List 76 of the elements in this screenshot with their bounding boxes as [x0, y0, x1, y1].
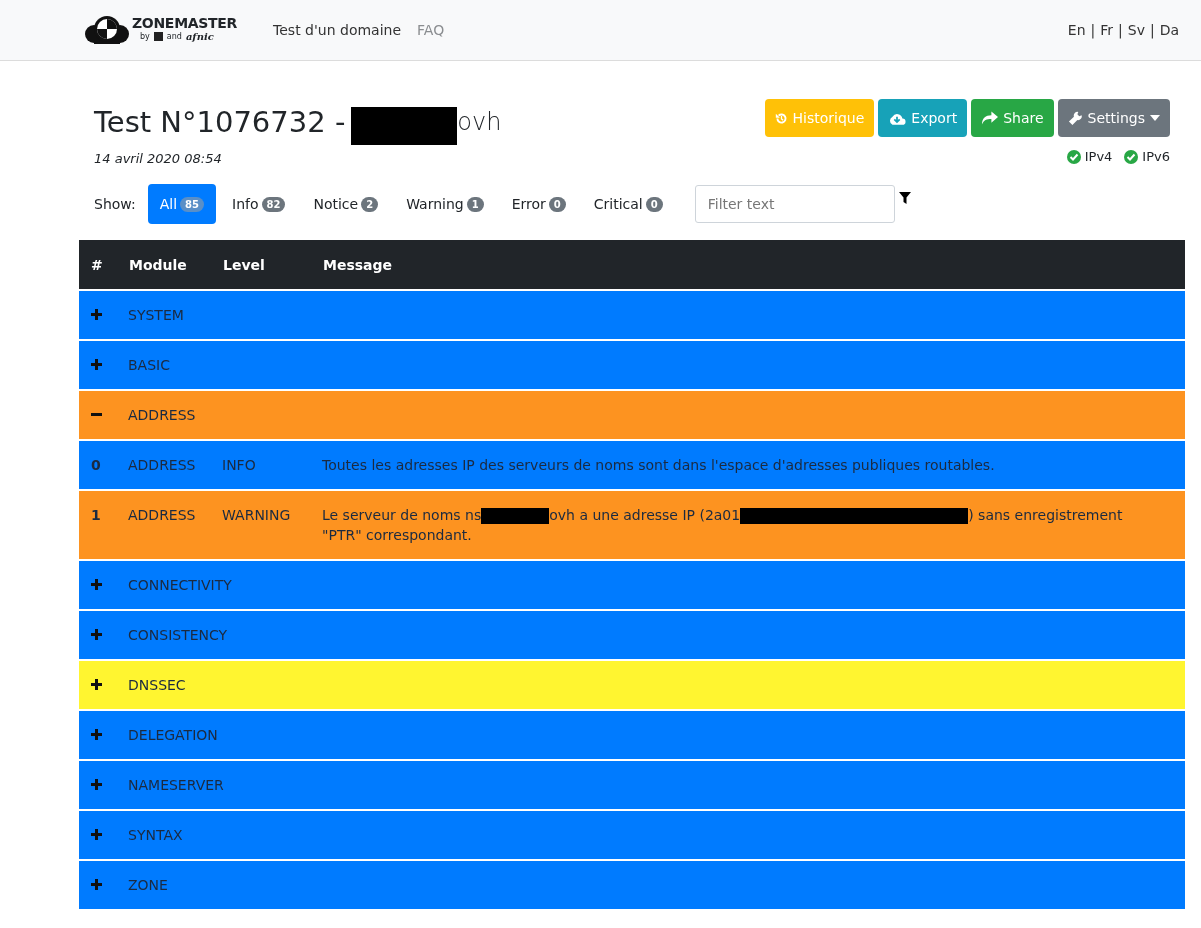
message-text: Le serveur de noms ns ovh a une adresse IP (2a01 ) sans enregistrement "PTR" correspondant. — [322, 506, 1124, 545]
module-name: BASIC — [128, 357, 170, 373]
separator-text: | — [1149, 22, 1155, 38]
filter-input[interactable]: Filter text — [694, 185, 895, 223]
column-header: Message — [322, 240, 1185, 290]
filter-icon[interactable] — [898, 192, 911, 204]
filter-tab[interactable]: All 85 — [147, 184, 216, 224]
count-badge: 0 — [645, 196, 663, 212]
module-group-row[interactable]: CONSISTENCY — [79, 610, 1185, 660]
module-name: ADDRESS — [128, 507, 196, 523]
partner-logo: afnic — [185, 31, 214, 42]
module-name: DELEGATION — [128, 727, 218, 743]
module-name: ADDRESS — [128, 407, 196, 423]
module-group-row[interactable]: BASIC — [79, 340, 1185, 390]
row-index: 1 — [91, 507, 101, 523]
nav-link[interactable]: FAQ — [417, 22, 445, 38]
level-text: INFO — [222, 457, 256, 473]
filter-tab[interactable]: Warning 1 — [394, 184, 496, 224]
language-link[interactable]: Da — [1159, 22, 1179, 38]
filter-tab[interactable]: Notice 2 — [301, 184, 391, 224]
test-date: 14 avril 2020 08:54 — [94, 151, 223, 166]
count-badge: 0 — [548, 196, 566, 212]
module-group-row[interactable]: SYNTAX — [79, 810, 1185, 860]
module-group-row[interactable]: DELEGATION — [79, 710, 1185, 760]
test-title: Test N°1076732 - — [94, 105, 346, 139]
wrench-icon — [1067, 110, 1083, 126]
module-group-row[interactable]: DNSSEC — [79, 660, 1185, 710]
language-link[interactable]: Sv — [1127, 22, 1145, 38]
module-group-row[interactable]: SYSTEM — [79, 290, 1185, 340]
module-name: CONSISTENCY — [128, 627, 228, 643]
cloud-logo-icon — [84, 15, 130, 45]
share-arrow-icon — [981, 111, 999, 125]
settings-button[interactable]: Settings — [1057, 99, 1170, 137]
row-index: 0 — [91, 457, 101, 473]
module-name: SYNTAX — [128, 827, 183, 843]
show-label: Show: — [94, 196, 136, 212]
module-name: NAMESERVER — [128, 777, 224, 793]
history-icon — [774, 111, 788, 125]
module-name: SYSTEM — [128, 307, 184, 323]
count-badge: 1 — [466, 196, 484, 212]
filter-tab[interactable]: Critical 0 — [581, 184, 675, 224]
filter-tab[interactable]: Info 82 — [220, 184, 298, 224]
module-group-row[interactable]: CONNECTIVITY — [79, 560, 1185, 610]
module-name: DNSSEC — [128, 677, 186, 693]
separator-text: | — [1090, 22, 1096, 38]
count-badge: 2 — [361, 196, 379, 212]
level-text: WARNING — [222, 507, 291, 523]
byline-text: and — [166, 32, 182, 41]
language-link[interactable]: En — [1067, 22, 1086, 38]
module-group-row[interactable]: ADDRESS — [79, 390, 1185, 440]
module-group-row[interactable]: ZONE — [79, 860, 1185, 910]
plus-icon[interactable] — [91, 679, 102, 690]
iis-logo-icon — [153, 32, 163, 41]
column-header: Module — [128, 240, 222, 290]
language-link[interactable]: Fr — [1100, 22, 1114, 38]
caret-icon — [1150, 115, 1160, 121]
export-button[interactable]: Export — [878, 99, 968, 137]
brand-name: ZONEMASTER — [132, 15, 238, 31]
separator-text: | — [1118, 22, 1123, 38]
domain-suffix: ovh — [457, 108, 502, 136]
module-name: CONNECTIVITY — [128, 577, 232, 593]
count-badge: 85 — [180, 196, 204, 212]
cloud-download-icon — [888, 111, 907, 125]
filter-tab[interactable]: Error 0 — [499, 184, 578, 224]
protocol-label: IPv4 — [1084, 149, 1113, 164]
protocol-label: IPv6 — [1142, 149, 1170, 164]
module-name: ZONE — [128, 877, 168, 893]
nav-link[interactable]: Test d'un domaine — [273, 22, 402, 38]
column-header: # — [79, 240, 128, 290]
share-button[interactable]: Share — [971, 99, 1054, 137]
count-badge: 82 — [261, 196, 286, 212]
byline-text: by — [140, 32, 150, 41]
column-header: Level — [222, 240, 322, 290]
module-group-row[interactable]: NAMESERVER — [79, 760, 1185, 810]
message-text: Toutes les adresses IP des serveurs de noms sont dans l'espace d'adresses publiques routables. — [322, 456, 996, 475]
module-name: ADDRESS — [128, 457, 196, 473]
